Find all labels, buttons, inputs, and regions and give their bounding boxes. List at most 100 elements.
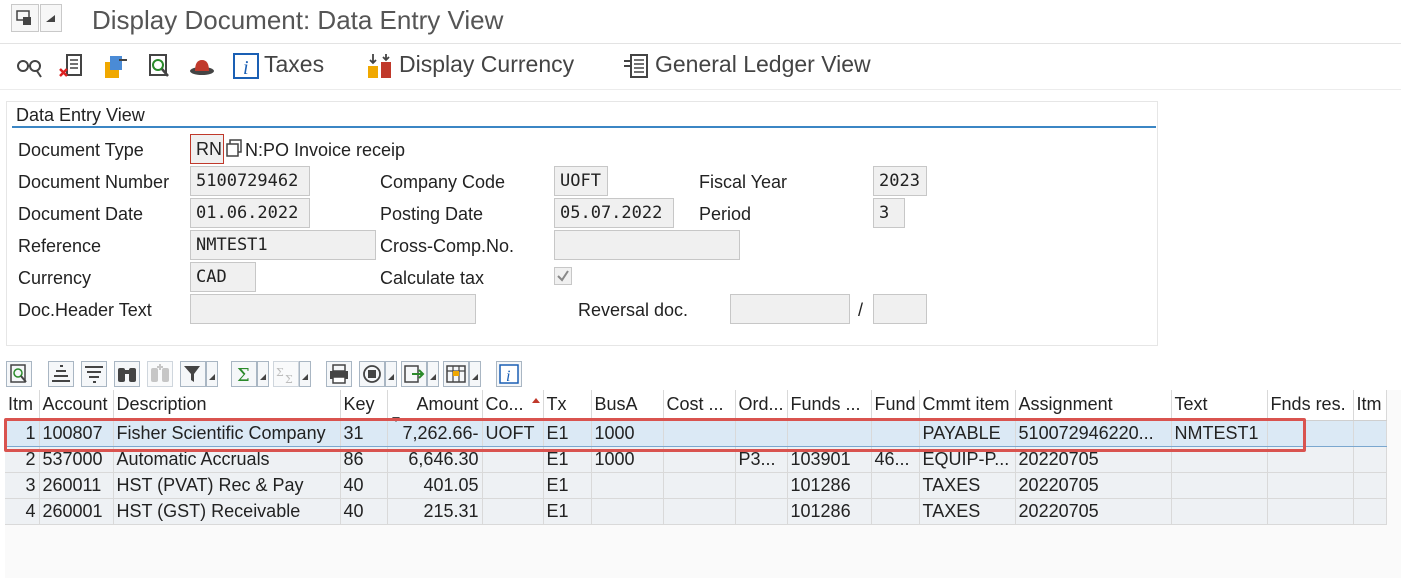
column-header[interactable]: Funds ... [787,390,872,421]
table-cell[interactable]: 1 [5,419,40,447]
layout-dropdown-icon[interactable] [469,361,481,387]
document-date-field[interactable]: 01.06.2022 [190,198,310,228]
currency-icon[interactable] [366,52,394,80]
company-code-field[interactable]: UOFT [554,166,608,196]
reversal-year-field[interactable] [873,294,927,324]
table-cell[interactable]: 20220705 [1015,498,1172,525]
taxes-button[interactable]: Taxes [264,51,324,78]
delete-document-icon[interactable] [57,52,85,80]
table-cell[interactable] [1267,498,1354,525]
table-cell[interactable]: 1000 [591,446,664,473]
table-cell[interactable] [1171,498,1268,525]
export-list-icon[interactable] [401,361,427,387]
details-icon[interactable] [6,361,32,387]
table-cell[interactable]: 215.31 [387,498,483,525]
cross-comp-field[interactable] [554,230,740,260]
table-cell[interactable]: Automatic Accruals [113,446,341,473]
general-ledger-view-button[interactable]: General Ledger View [655,51,871,78]
table-cell[interactable]: 401.05 [387,472,483,499]
sum-dropdown-icon[interactable] [257,361,269,387]
table-cell[interactable]: 3 [5,472,40,499]
column-header[interactable]: BusA [591,390,664,421]
table-cell[interactable]: TAXES [919,498,1016,525]
search-document-icon[interactable] [145,52,173,80]
glasses-icon[interactable] [15,52,43,80]
table-cell[interactable] [1171,472,1268,499]
period-field[interactable]: 3 [873,198,905,228]
table-cell[interactable] [482,446,544,473]
table-cell[interactable]: 4 [5,498,40,525]
table-cell[interactable]: E1 [543,498,592,525]
table-cell[interactable] [787,419,872,447]
table-cell[interactable] [1267,472,1354,499]
views-icon[interactable] [359,361,385,387]
find-next-icon[interactable] [147,361,173,387]
table-cell[interactable]: 260001 [39,498,114,525]
table-cell[interactable]: 510072946220... [1015,419,1172,447]
column-header[interactable]: Cost ... [663,390,736,421]
subtotal-dropdown-icon[interactable] [299,361,311,387]
document-number-field[interactable]: 5100729462 [190,166,310,196]
table-cell[interactable] [1353,446,1387,473]
export-dropdown-icon[interactable] [427,361,439,387]
menu-dropdown-icon[interactable] [40,4,62,32]
table-cell[interactable]: HST (GST) Receivable [113,498,341,525]
subtotal-icon[interactable]: ΣΣ [273,361,299,387]
table-cell[interactable] [482,498,544,525]
table-cell[interactable]: 101286 [787,498,872,525]
table-cell[interactable]: NMTEST1 [1171,419,1268,447]
table-cell[interactable]: 537000 [39,446,114,473]
table-row[interactable]: 1 100807 Fisher Scientific Company 31 7,… [5,419,1387,447]
table-row[interactable]: 2 537000 Automatic Accruals 86 6,646.30 … [5,446,1387,473]
sum-icon[interactable]: Σ [231,361,257,387]
column-header[interactable]: Description [113,390,341,421]
table-cell[interactable] [1171,446,1268,473]
table-cell[interactable]: 103901 [787,446,872,473]
column-header[interactable]: Fnds res. [1267,390,1354,421]
doc-header-text-field[interactable] [190,294,476,324]
table-cell[interactable] [1353,472,1387,499]
filter-icon[interactable] [180,361,206,387]
find-icon[interactable] [114,361,140,387]
table-cell[interactable] [871,472,920,499]
table-cell[interactable] [1267,446,1354,473]
table-cell[interactable]: UOFT [482,419,544,447]
column-header[interactable]: Tx [543,390,592,421]
info-icon[interactable]: i [232,52,260,80]
table-cell[interactable]: 20220705 [1015,472,1172,499]
sort-ascending-icon[interactable] [48,361,74,387]
column-header[interactable]: Key [340,390,388,421]
table-cell[interactable] [735,498,788,525]
table-cell[interactable] [591,498,664,525]
table-cell[interactable] [663,498,736,525]
reversal-doc-field[interactable] [730,294,850,324]
table-cell[interactable] [482,472,544,499]
table-cell[interactable] [871,419,920,447]
table-cell[interactable] [1267,419,1354,447]
table-cell[interactable]: 40 [340,498,388,525]
column-header[interactable]: Fund [871,390,920,421]
table-cell[interactable]: 6,646.30 [387,446,483,473]
table-cell[interactable] [663,472,736,499]
hat-icon[interactable] [188,52,216,80]
table-cell[interactable] [871,498,920,525]
column-header[interactable]: Ord... [735,390,788,421]
table-cell[interactable]: 260011 [39,472,114,499]
views-dropdown-icon[interactable] [385,361,397,387]
posting-date-field[interactable]: 05.07.2022 [554,198,674,228]
filter-dropdown-icon[interactable] [206,361,218,387]
table-cell[interactable]: 1000 [591,419,664,447]
menu-icon[interactable] [11,4,39,32]
layout-icon[interactable] [443,361,469,387]
table-cell[interactable] [735,472,788,499]
table-cell[interactable] [1353,419,1387,447]
table-cell[interactable]: 20220705 [1015,446,1172,473]
table-row[interactable]: 3 260011 HST (PVAT) Rec & Pay 40 401.05 … [5,472,1387,499]
calculate-tax-checkbox[interactable] [554,267,572,285]
column-header[interactable]: Cmmt item [919,390,1016,421]
fiscal-year-field[interactable]: 2023 [873,166,927,196]
grid-info-icon[interactable]: i [496,361,522,387]
table-row[interactable]: 4 260001 HST (GST) Receivable 40 215.31 … [5,498,1387,525]
table-cell[interactable]: 2 [5,446,40,473]
column-header[interactable]: Assignment [1015,390,1172,421]
